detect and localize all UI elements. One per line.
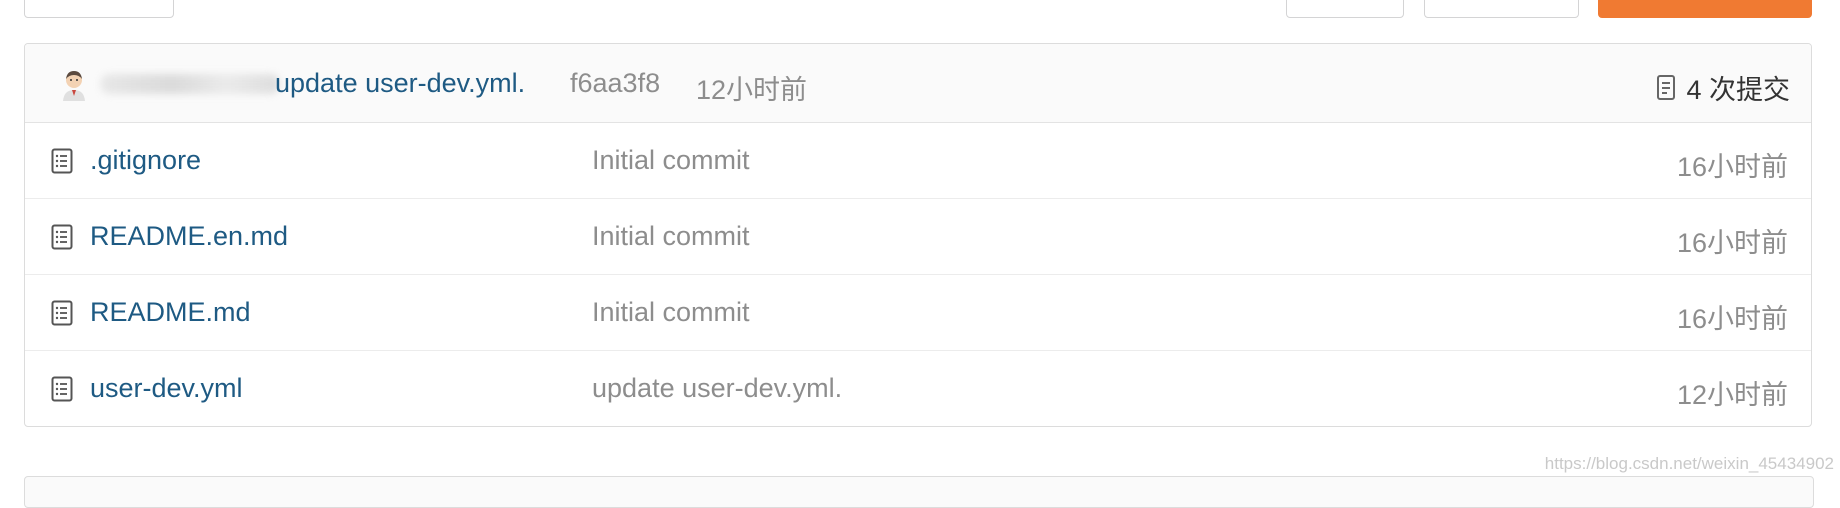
file-row: README.md Initial commit 16小时前 bbox=[25, 275, 1811, 351]
clone-download-button[interactable] bbox=[1598, 0, 1812, 18]
file-commit-message[interactable]: Initial commit bbox=[592, 297, 750, 328]
file-commit-message[interactable]: Initial commit bbox=[592, 145, 750, 176]
latest-commit-message[interactable]: update user-dev.yml. bbox=[275, 68, 525, 99]
file-name-link[interactable]: README.en.md bbox=[90, 221, 288, 252]
next-panel bbox=[24, 476, 1814, 508]
branch-select-button[interactable] bbox=[24, 0, 174, 18]
file-row: .gitignore Initial commit 16小时前 bbox=[25, 123, 1811, 199]
latest-commit-time: 12小时前 bbox=[696, 75, 808, 105]
file-commit-message[interactable]: update user-dev.yml. bbox=[592, 373, 842, 404]
file-commit-time: 16小时前 bbox=[1676, 228, 1788, 258]
author-avatar[interactable] bbox=[59, 69, 89, 101]
latest-commit-bar: update user-dev.yml. f6aa3f8 12小时前 4 次提交 bbox=[25, 44, 1811, 123]
file-text-icon bbox=[51, 300, 73, 326]
toolbar-button-2[interactable] bbox=[1424, 0, 1579, 18]
file-commit-message[interactable]: Initial commit bbox=[592, 221, 750, 252]
author-name-blurred bbox=[100, 74, 280, 94]
latest-commit-hash[interactable]: f6aa3f8 bbox=[570, 68, 660, 99]
file-commit-time: 16小时前 bbox=[1676, 304, 1788, 334]
repo-file-list: update user-dev.yml. f6aa3f8 12小时前 4 次提交… bbox=[24, 43, 1812, 427]
commit-count-label: 4 次提交 bbox=[1686, 75, 1790, 105]
file-text-icon bbox=[51, 224, 73, 250]
file-name-link[interactable]: README.md bbox=[90, 297, 251, 328]
file-commit-time: 12小时前 bbox=[1676, 380, 1788, 410]
toolbar-button-1[interactable] bbox=[1286, 0, 1404, 18]
file-text-icon bbox=[51, 376, 73, 402]
commit-count-link[interactable]: 4 次提交 bbox=[1656, 68, 1790, 107]
watermark: https://blog.csdn.net/weixin_45434902 bbox=[1544, 454, 1834, 473]
file-text-icon bbox=[51, 148, 73, 174]
file-row: user-dev.yml update user-dev.yml. 12小时前 bbox=[25, 351, 1811, 426]
file-row: README.en.md Initial commit 16小时前 bbox=[25, 199, 1811, 275]
file-name-link[interactable]: user-dev.yml bbox=[90, 373, 243, 404]
file-commit-time: 16小时前 bbox=[1676, 152, 1788, 182]
commit-log-icon bbox=[1657, 74, 1676, 100]
file-name-link[interactable]: .gitignore bbox=[90, 145, 201, 176]
